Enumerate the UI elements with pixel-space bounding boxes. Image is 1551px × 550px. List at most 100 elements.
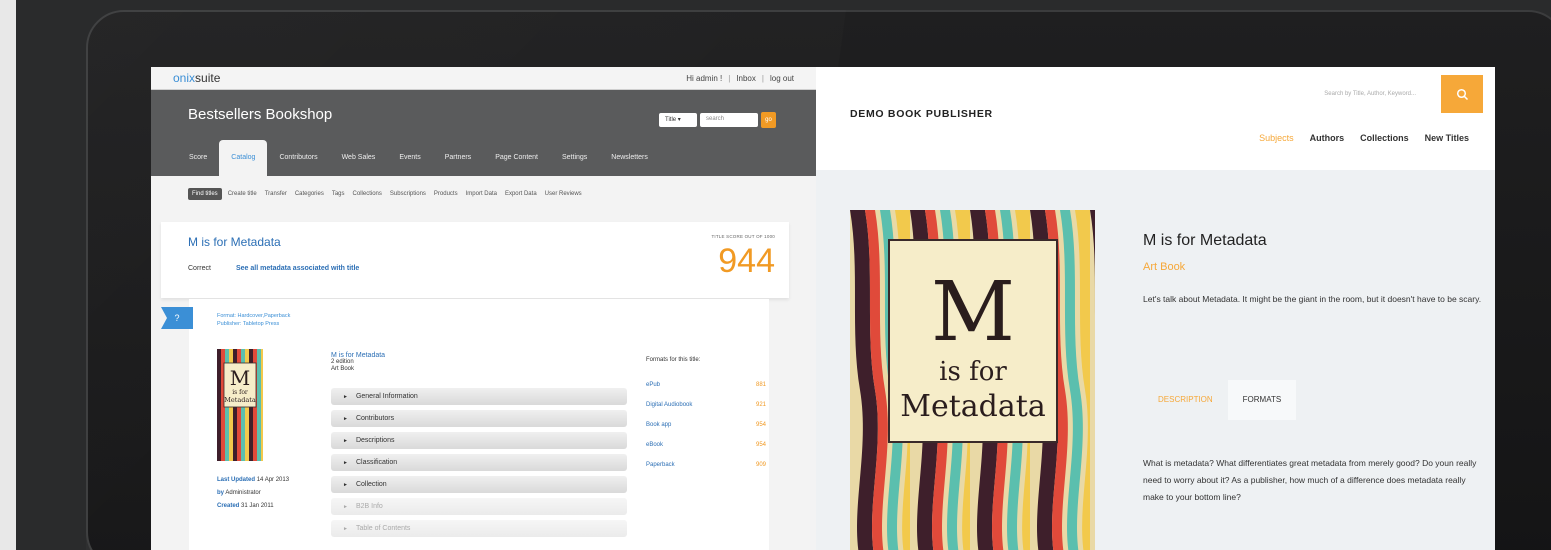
book-type: Art Book bbox=[331, 366, 355, 372]
subnav-collections[interactable]: Collections bbox=[351, 188, 384, 200]
nav-authors[interactable]: Authors bbox=[1310, 133, 1345, 143]
tab-settings[interactable]: Settings bbox=[550, 140, 599, 176]
expand-arrow-icon: ► bbox=[343, 503, 348, 510]
expand-arrow-icon: ► bbox=[343, 393, 348, 400]
format-row[interactable]: ePub 881 bbox=[646, 375, 766, 395]
format-row[interactable]: Paperback 909 bbox=[646, 455, 766, 475]
subnav-subscriptions[interactable]: Subscriptions bbox=[388, 188, 428, 200]
detail-tabs: DESCRIPTION FORMATS bbox=[1143, 380, 1297, 420]
tab-score[interactable]: Score bbox=[177, 140, 219, 176]
svg-text:Metadata: Metadata bbox=[900, 389, 1046, 424]
search-icon[interactable] bbox=[1441, 75, 1483, 113]
tab-web-sales[interactable]: Web Sales bbox=[330, 140, 388, 176]
accordion-descriptions[interactable]: ► Descriptions bbox=[331, 432, 627, 449]
format-name: ePub bbox=[646, 382, 661, 388]
greeting: Hi admin ! bbox=[686, 73, 723, 83]
tab-contributors[interactable]: Contributors bbox=[267, 140, 329, 176]
format-score: 954 bbox=[755, 442, 766, 448]
logo-suffix: suite bbox=[195, 71, 221, 85]
site-header: DEMO BOOK PUBLISHER Search by Title, Aut… bbox=[816, 67, 1495, 170]
main-tabs: Score Catalog Contributors Web Sales Events P… bbox=[177, 140, 660, 176]
catalog-subnav: Find titles Create title Transfer Categorie… bbox=[188, 188, 584, 200]
subnav-categories[interactable]: Categories bbox=[293, 188, 326, 200]
accordion-label: Collection bbox=[355, 481, 387, 488]
accordion-contributors[interactable]: ► Contributors bbox=[331, 410, 627, 427]
format-row[interactable]: Digital Audiobook 921 bbox=[646, 395, 766, 415]
admin-app: onixsuite Hi admin ! | Inbox | log out Bes… bbox=[151, 67, 816, 550]
tab-events[interactable]: Events bbox=[387, 140, 432, 176]
subnav-user-reviews[interactable]: User Reviews bbox=[543, 188, 584, 200]
subnav-find-titles[interactable]: Find titles bbox=[188, 188, 222, 200]
tab-description[interactable]: DESCRIPTION bbox=[1143, 380, 1228, 420]
help-tab[interactable]: ? bbox=[161, 307, 193, 329]
app-header: Bestsellers Bookshop Title ▾ search go S… bbox=[151, 90, 816, 176]
accordion-label: Descriptions bbox=[355, 437, 395, 444]
score-label: TITLE SCORE OUT OF 1000 bbox=[711, 234, 775, 239]
accordion-table-of-contents[interactable]: ► Table of Contents bbox=[331, 520, 627, 537]
book-genre[interactable]: Art Book bbox=[1143, 261, 1185, 273]
expand-arrow-icon: ► bbox=[343, 481, 348, 488]
expand-arrow-icon: ► bbox=[343, 437, 348, 444]
title-search: Title ▾ search go bbox=[659, 112, 776, 128]
store-title: Bestsellers Bookshop bbox=[188, 106, 333, 123]
formats-header: Formats for this title: bbox=[646, 357, 701, 363]
user-links: Hi admin ! | Inbox | log out bbox=[686, 73, 794, 83]
book-title: M is for Metadata bbox=[1143, 232, 1267, 249]
publisher-line: Publisher: Tabletop Press bbox=[217, 321, 280, 327]
nav-collections[interactable]: Collections bbox=[1360, 133, 1409, 143]
subnav-create-title[interactable]: Create title bbox=[226, 188, 259, 200]
format-score: 921 bbox=[755, 402, 766, 408]
accordion-label: Classification bbox=[355, 459, 398, 466]
tab-newsletters[interactable]: Newsletters bbox=[599, 140, 660, 176]
correct-label: Correct bbox=[188, 265, 211, 272]
site-nav: Subjects Authors Collections New Titles bbox=[1259, 133, 1469, 143]
book-cover-thumbnail[interactable]: M is for Metadata bbox=[217, 349, 263, 461]
format-score: 881 bbox=[755, 382, 766, 388]
accordion-classification[interactable]: ► Classification bbox=[331, 454, 627, 471]
format-name: Book app bbox=[646, 422, 672, 428]
tab-formats[interactable]: FORMATS bbox=[1227, 380, 1297, 420]
format-row[interactable]: eBook 954 bbox=[646, 435, 766, 455]
expand-arrow-icon: ► bbox=[343, 459, 348, 466]
subnav-transfer[interactable]: Transfer bbox=[263, 188, 289, 200]
site-brand[interactable]: DEMO BOOK PUBLISHER bbox=[850, 108, 993, 120]
svg-text:is for: is for bbox=[232, 389, 248, 396]
subnav-export-data[interactable]: Export Data bbox=[503, 188, 539, 200]
top-bar: onixsuite Hi admin ! | Inbox | log out bbox=[151, 67, 816, 90]
svg-text:Metadata: Metadata bbox=[224, 396, 256, 404]
format-row[interactable]: Book app 954 bbox=[646, 415, 766, 435]
tab-page-content[interactable]: Page Content bbox=[483, 140, 550, 176]
inbox-link[interactable]: Inbox bbox=[736, 74, 756, 83]
search-input[interactable]: search bbox=[700, 113, 758, 127]
app-logo[interactable]: onixsuite bbox=[173, 71, 220, 85]
search-field-select[interactable]: Title ▾ bbox=[659, 113, 697, 127]
logo-prefix: onix bbox=[173, 71, 196, 85]
subnav-import-data[interactable]: Import Data bbox=[464, 188, 499, 200]
laptop-screen: onixsuite Hi admin ! | Inbox | log out Bes… bbox=[151, 67, 1495, 550]
title-card: M is for Metadata Correct See all metada… bbox=[161, 222, 789, 298]
subnav-products[interactable]: Products bbox=[432, 188, 460, 200]
tab-partners[interactable]: Partners bbox=[433, 140, 483, 176]
accordion-b2b-info[interactable]: ► B2B Info bbox=[331, 498, 627, 515]
nav-subjects[interactable]: Subjects bbox=[1259, 133, 1294, 143]
accordion-general-information[interactable]: ► General Information bbox=[331, 388, 627, 405]
go-button[interactable]: go bbox=[761, 112, 776, 128]
title-meta: Last Updated 14 Apr 2013 by Administrato… bbox=[217, 477, 290, 509]
cover-pattern-large: M is for Metadata bbox=[850, 210, 1095, 550]
see-all-metadata-link[interactable]: See all metadata associated with title bbox=[236, 265, 359, 272]
nav-new-titles[interactable]: New Titles bbox=[1425, 133, 1469, 143]
format-line: Format: Hardcover,Paperback bbox=[217, 313, 291, 319]
logout-link[interactable]: log out bbox=[770, 74, 794, 83]
format-score: 954 bbox=[755, 422, 766, 428]
accordion-label: Contributors bbox=[355, 415, 395, 422]
book-cover[interactable]: M is for Metadata bbox=[850, 210, 1095, 550]
accordion-collection[interactable]: ► Collection bbox=[331, 476, 627, 493]
site-search-input[interactable]: Search by Title, Author, Keyword... bbox=[1324, 91, 1416, 97]
title-score: 944 bbox=[718, 242, 775, 280]
title-name[interactable]: M is for Metadata bbox=[188, 235, 281, 249]
tab-catalog[interactable]: Catalog bbox=[219, 140, 268, 176]
accordion-label: B2B Info bbox=[355, 503, 383, 510]
subnav-tags[interactable]: Tags bbox=[330, 188, 347, 200]
cover-pattern: M is for Metadata bbox=[217, 349, 263, 461]
format-name: eBook bbox=[646, 442, 664, 448]
